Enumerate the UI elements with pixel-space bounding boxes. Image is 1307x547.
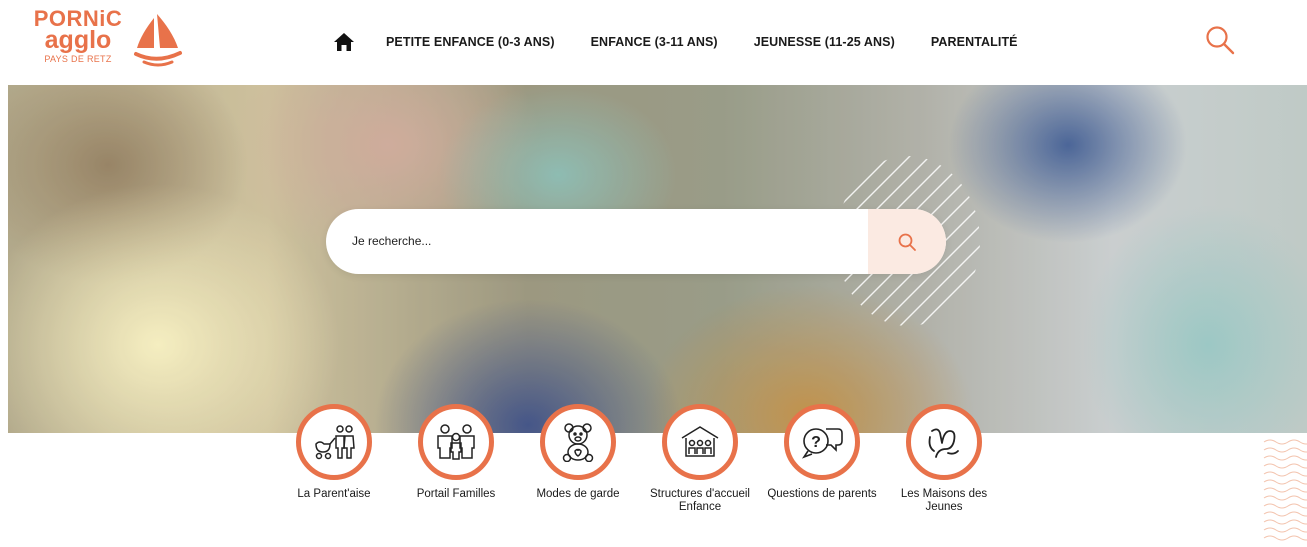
nav-item-parentalite[interactable]: PARENTALITÉ	[931, 35, 1018, 49]
quick-access-label: Structures d'accueil Enfance	[650, 488, 750, 513]
quick-access-circle	[296, 404, 372, 480]
quick-access-label: Modes de garde	[536, 488, 620, 500]
youth-house-icon	[928, 428, 959, 458]
quick-access: La Parent'aise Portail Familles Modes de…	[0, 404, 1307, 547]
quick-access-portail-familles[interactable]: Portail Familles	[396, 404, 516, 501]
quick-access-modes-de-garde[interactable]: Modes de garde	[518, 404, 638, 501]
hero-banner-photo	[8, 85, 1307, 433]
quick-access-maisons-jeunes[interactable]: Les Maisons des Jeunes	[884, 404, 1004, 514]
search-submit-button[interactable]	[868, 209, 946, 274]
nav-item-petite-enfance[interactable]: PETITE ENFANCE (0-3 ANS)	[386, 35, 555, 49]
logo-line-2: agglo	[44, 26, 112, 54]
logo-wordmark: PORNiC agglo PAYS DE RETZ	[28, 8, 128, 64]
hero-search-bar	[326, 209, 946, 274]
nav-item-enfance[interactable]: ENFANCE (3-11 ANS)	[591, 35, 718, 49]
search-input[interactable]	[352, 229, 852, 253]
question-bubbles-icon: ?	[801, 428, 843, 459]
teddy-bear-icon	[562, 423, 594, 462]
wave-lines-decoration	[1263, 439, 1307, 541]
search-icon[interactable]	[1204, 24, 1236, 56]
pornic-agglo-logo[interactable]: PORNiC agglo PAYS DE RETZ	[28, 8, 188, 74]
quick-access-label: Portail Familles	[416, 488, 496, 500]
quick-access-circle	[906, 404, 982, 480]
main-nav: PETITE ENFANCE (0-3 ANS) ENFANCE (3-11 A…	[330, 28, 1054, 56]
page: PORNiC agglo PAYS DE RETZ PETITE ENFANCE…	[0, 0, 1307, 547]
quick-access-label: Questions de parents	[767, 488, 877, 500]
quick-access-circle	[418, 404, 494, 480]
sailboat-logo-icon	[134, 14, 182, 67]
quick-access-structures-accueil[interactable]: Structures d'accueil Enfance	[640, 404, 760, 514]
quick-access-questions-parents[interactable]: ? Questions de parents	[762, 404, 882, 501]
nav-item-jeunesse[interactable]: JEUNESSE (11-25 ANS)	[754, 35, 895, 49]
quick-access-circle: ?	[784, 404, 860, 480]
search-icon	[898, 233, 916, 251]
quick-access-circle	[662, 404, 738, 480]
childcare-building-icon	[681, 426, 719, 457]
quick-access-label: La Parent'aise	[297, 488, 371, 500]
family-portal-icon	[437, 424, 475, 460]
family-icon	[315, 425, 355, 460]
quick-access-label: Les Maisons des Jeunes	[900, 488, 988, 513]
quick-access-parentaise[interactable]: La Parent'aise	[274, 404, 394, 501]
logo-line-3: PAYS DE RETZ	[44, 54, 112, 64]
site-header: PORNiC agglo PAYS DE RETZ PETITE ENFANCE…	[0, 0, 1307, 85]
svg-text:?: ?	[811, 434, 821, 451]
home-icon[interactable]	[330, 28, 358, 56]
quick-access-circle	[540, 404, 616, 480]
